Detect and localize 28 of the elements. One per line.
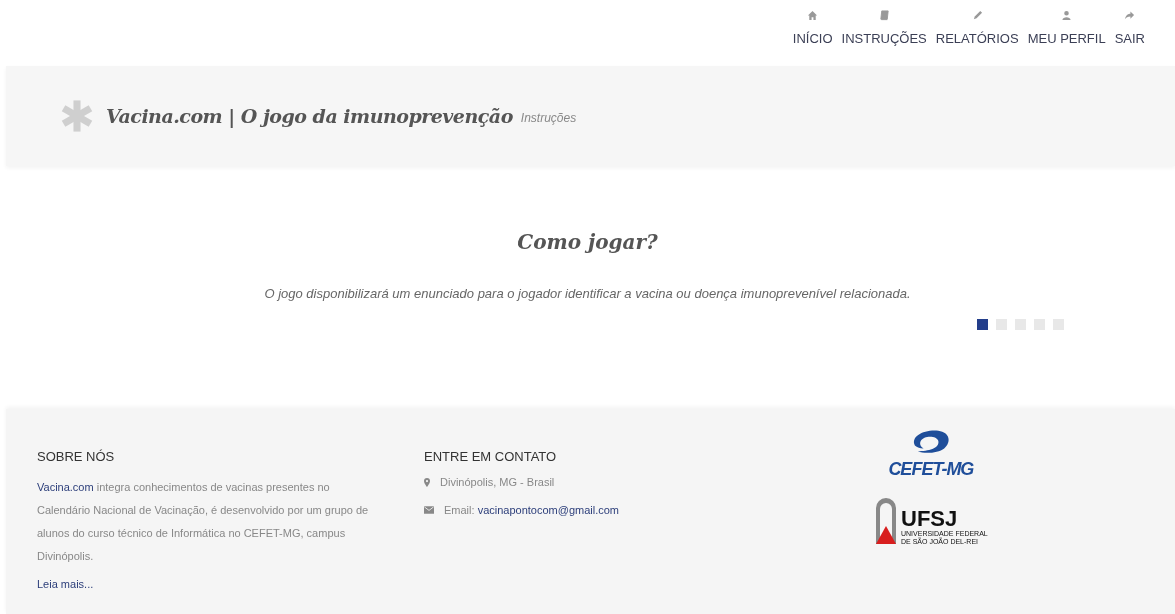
share-icon <box>1124 10 1136 21</box>
about-text: Vacina.com integra conhecimentos de vacinas presentes no Calendário Nacional de Vacinação, é desenvolvido por um grupo de alunos do curso técnico de Informática no CEFET-MG, campus Divinópolis. <box>37 480 370 564</box>
site-link[interactable]: Vacina.com <box>37 481 94 493</box>
nav-link[interactable]: INÍCIO <box>792 10 833 57</box>
site-title: Vacina.com | O jogo da imunoprevenção <box>106 105 513 127</box>
asterisk-icon <box>60 99 94 133</box>
nav-link[interactable]: MEU PERFIL <box>1027 10 1106 57</box>
envelope-icon <box>424 506 434 514</box>
book-icon <box>878 10 890 21</box>
cefet-logo-text: CEFET-MG <box>888 459 974 480</box>
user-icon <box>1061 10 1073 21</box>
email-link[interactable]: vacinapontocom@gmail.com <box>477 504 620 516</box>
home-icon <box>807 10 819 21</box>
location-pin-icon <box>424 477 430 487</box>
nav-link[interactable]: RELATÓRIOS <box>935 10 1019 57</box>
page-subtitle: Instruções <box>520 111 577 125</box>
nav-link[interactable]: INSTRUÇÕES <box>841 10 927 57</box>
slide-text: O jogo disponibilizará um enunciado para o jogador identificar a vacina ou doença imunoprevenível relacionada. <box>264 286 911 301</box>
section-heading: ENTRE EM CONTATO <box>424 449 558 464</box>
slide-heading: Como jogar? <box>517 230 658 254</box>
nav-link[interactable]: SAIR <box>1114 10 1145 57</box>
ufsj-logo-text: UFSJ <box>901 508 959 530</box>
ufsj-logo-icon <box>874 496 898 546</box>
section-heading: SOBRE NÓS <box>37 449 116 464</box>
location-text: Divinópolis, MG - Brasil <box>440 476 555 488</box>
pencil-icon <box>971 10 983 21</box>
read-more-link[interactable]: Leia mais... <box>37 578 94 590</box>
email-text: Email: vacinapontocom@gmail.com <box>444 504 620 516</box>
